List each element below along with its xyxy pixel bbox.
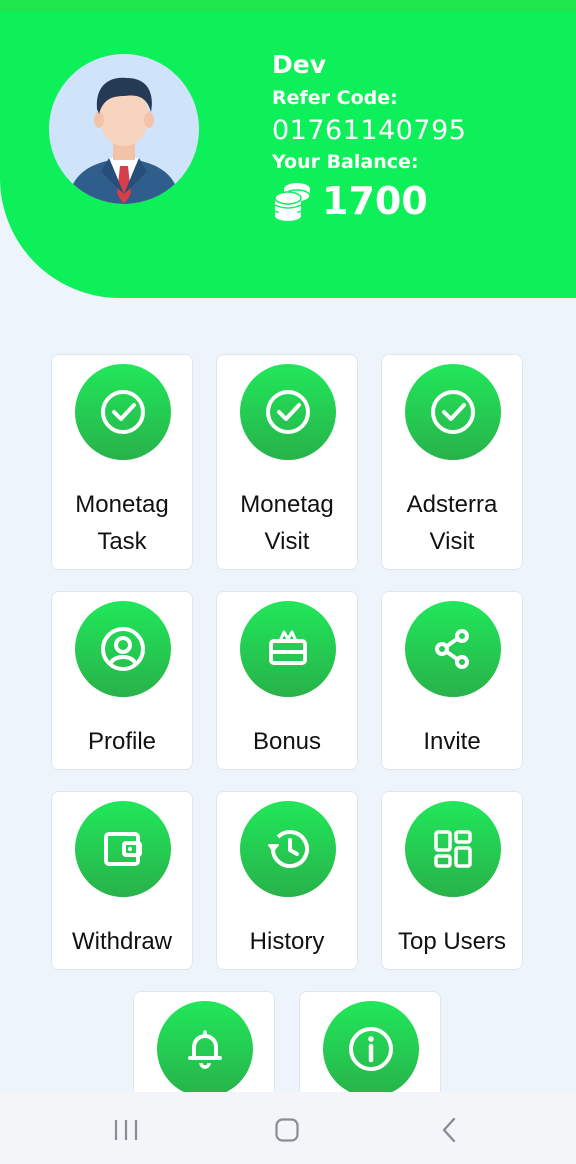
home-icon — [275, 1118, 299, 1142]
history-icon — [268, 830, 309, 869]
bell-icon — [188, 1030, 222, 1069]
user-info: Dev Refer Code: 01761140795 Your Balance… — [272, 50, 466, 224]
status-strip — [0, 0, 576, 12]
history-tile[interactable]: History — [216, 791, 358, 970]
balance-row: 1700 — [272, 178, 466, 224]
system-nav-bar — [0, 1092, 576, 1164]
top-users-tile[interactable]: Top Users — [381, 791, 523, 970]
dashboard-icon — [434, 830, 472, 868]
adsterra-visit-tile[interactable]: Adsterra Visit — [381, 354, 523, 570]
invite-tile[interactable]: Invite — [381, 591, 523, 770]
recents-icon — [114, 1120, 138, 1140]
share-icon — [435, 629, 469, 669]
avatar[interactable] — [49, 54, 199, 204]
tile-label: Monetag Visit — [240, 491, 334, 555]
balance-label: Your Balance: — [272, 151, 419, 173]
tile-label: Profile — [87, 728, 157, 755]
check-circle-icon — [101, 390, 145, 434]
back-button[interactable] — [430, 1110, 470, 1150]
gift-icon — [269, 630, 307, 665]
check-circle-icon — [431, 390, 475, 434]
monetag-visit-tile[interactable]: Monetag Visit — [216, 354, 358, 570]
tile-label: Top Users — [397, 928, 507, 955]
profile-header: Dev Refer Code: 01761140795 Your Balance… — [0, 12, 576, 298]
refer-code-label: Refer Code: — [272, 87, 398, 109]
tile-label: Adsterra Visit — [406, 491, 498, 555]
tile-label: History — [249, 928, 325, 955]
tile-label: Bonus — [252, 728, 322, 755]
tile-label: Invite — [423, 728, 481, 755]
username: Dev — [272, 50, 327, 79]
monetag-task-tile[interactable]: Monetag Task — [51, 354, 193, 570]
bonus-tile[interactable]: Bonus — [216, 591, 358, 770]
info-icon — [349, 1027, 393, 1071]
back-icon — [442, 1117, 456, 1143]
user-circle-icon — [101, 627, 145, 671]
refer-code-value: 01761140795 — [272, 115, 467, 146]
withdraw-tile[interactable]: Withdraw — [51, 791, 193, 970]
tile-label: Monetag Task — [75, 491, 169, 555]
tile-label: Withdraw — [71, 928, 173, 955]
coins-icon — [274, 183, 311, 221]
profile-tile[interactable]: Profile — [51, 591, 193, 770]
wallet-icon — [104, 832, 142, 866]
avatar-illustration — [49, 54, 199, 204]
recents-button[interactable] — [106, 1110, 146, 1150]
home-button[interactable] — [267, 1110, 307, 1150]
check-circle-icon — [266, 390, 310, 434]
balance-value: 1700 — [322, 179, 428, 223]
